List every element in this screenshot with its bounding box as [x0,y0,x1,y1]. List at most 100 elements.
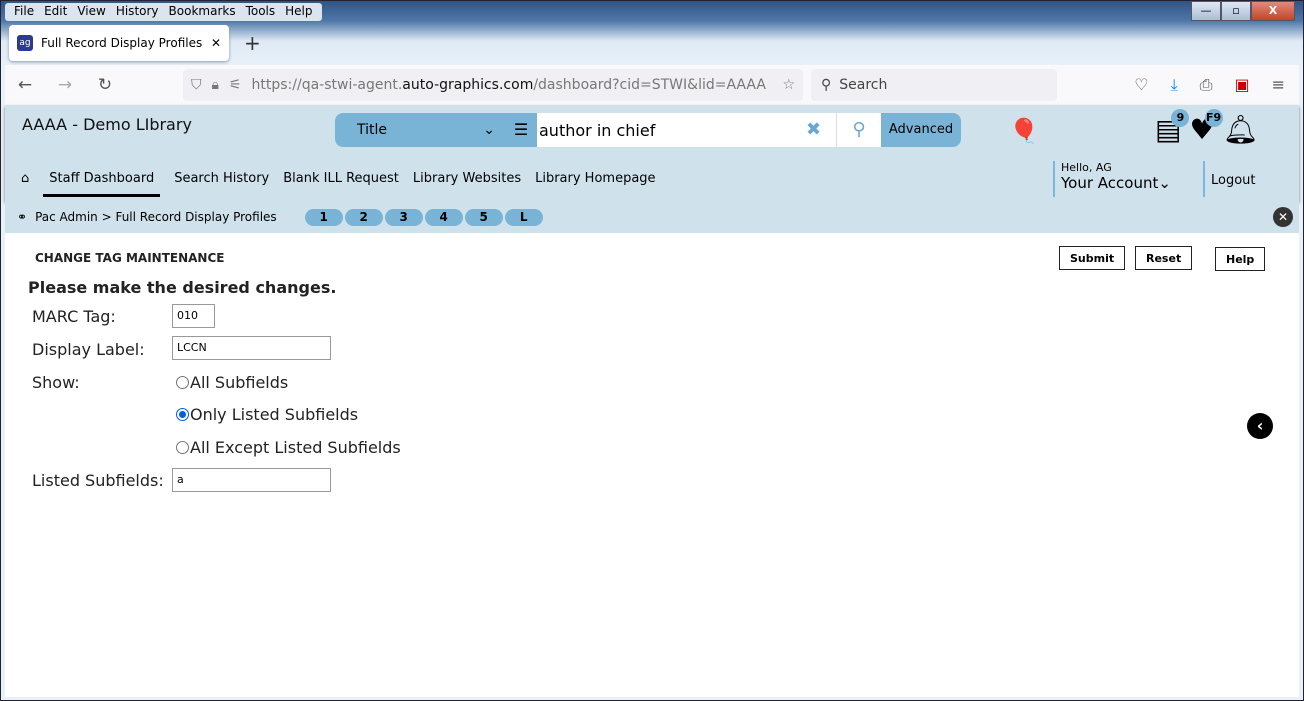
close-icon[interactable]: ✕ [1273,207,1293,227]
nav-bar: ← → ↻ ⛉ 🔒︎ ⚟ https://qa-stwi-agent.auto-graph… [5,65,1299,105]
search-input[interactable]: author in chief [537,113,791,147]
main-menu: ⌂ Staff Dashboard Search History Blank I… [21,171,656,197]
hamburger-menu-icon[interactable]: ≡ [1272,75,1285,95]
pill-1[interactable]: 1 [304,208,343,226]
menu-bar: File Edit View History Bookmarks Tools H… [5,3,322,21]
url-host: auto-graphics.com [402,77,534,93]
search-icon[interactable]: ⚲ [837,113,881,147]
menu-help[interactable]: Help [280,3,317,21]
search-type-select[interactable]: Title ⌄ [335,113,505,147]
advanced-search-button[interactable]: Advanced [881,113,961,147]
favicon-icon: ag [17,35,33,51]
menu-file[interactable]: File [9,3,39,21]
radio-icon [176,441,189,454]
minimize-button[interactable]: — [1191,1,1221,21]
menu-staff-dashboard[interactable]: Staff Dashboard [43,171,161,197]
option-label: All Except Listed Subfields [190,438,401,457]
permissions-icon: ⚟ [228,77,242,93]
browser-search[interactable]: ⚲ Search [811,69,1057,101]
pill-3[interactable]: 3 [384,208,423,226]
help-button[interactable]: Help [1215,247,1266,271]
search-bar: Title ⌄ ☰ author in chief ✖ ⚲ Advanced [335,113,961,147]
star-icon[interactable]: ☆ [782,77,795,93]
menu-blank-ill-request[interactable]: Blank ILL Request [283,171,399,186]
marc-tag-input[interactable]: 010 [172,304,215,328]
shield-icon: ⛉ [191,77,202,93]
pill-4[interactable]: 4 [424,208,463,226]
heart-icon[interactable]: ♥ F9 [1189,109,1223,146]
display-label-input[interactable]: LCCN [172,336,331,360]
pill-l[interactable]: L [504,208,543,226]
app-header: AAAA - Demo LIbrary Title ⌄ ☰ author in c… [5,105,1299,201]
radio-only-listed[interactable]: Only Listed Subfields [176,405,358,424]
radio-icon [176,376,189,389]
list-badge: 9 [1171,109,1190,127]
browser-window: File Edit View History Bookmarks Tools H… [0,0,1304,701]
extension-icon[interactable]: ▣ [1234,75,1249,95]
print-icon[interactable]: ⎙ [1200,75,1213,95]
menu-edit[interactable]: Edit [39,3,72,21]
chevron-left-icon[interactable]: ‹ [1247,413,1273,439]
submit-button[interactable]: Submit [1059,246,1126,270]
form-area: CHANGE TAG MAINTENANCE Submit Reset Help… [5,233,1299,697]
search-placeholder: Search [839,77,888,93]
breadcrumb-text[interactable]: Pac Admin > Full Record Display Profiles [35,210,277,224]
option-label: Only Listed Subfields [190,405,359,424]
radio-selected-icon [176,408,189,421]
radio-all-except[interactable]: All Except Listed Subfields [176,438,401,457]
menu-tools[interactable]: Tools [241,3,281,21]
menu-library-homepage[interactable]: Library Homepage [535,171,655,186]
page-title: CHANGE TAG MAINTENANCE [35,251,225,265]
url-path: /dashboard?cid=STWI&lid=AAAA [533,77,766,93]
database-icon[interactable]: ☰ [505,113,537,147]
option-label: All Subfields [190,373,289,392]
radio-all-subfields[interactable]: All Subfields [176,373,288,392]
lock-icon: 🔒︎ [211,77,219,93]
clear-search-icon[interactable]: ✖ [791,113,837,147]
url-prefix: https://qa-stwi-agent. [251,77,403,93]
chevron-down-icon: ⌄ [483,122,495,138]
menu-history[interactable]: History [111,3,164,21]
instruction-text: Please make the desired changes. [28,278,337,297]
maximize-button[interactable]: ▫ [1221,1,1251,21]
app: AAAA - Demo LIbrary Title ⌄ ☰ author in c… [5,105,1299,697]
close-tab-icon[interactable]: ✕ [211,36,221,50]
list-icon[interactable]: ▤ 9 [1155,109,1190,146]
close-window-button[interactable]: X [1251,1,1295,21]
breadcrumb: ⚭ Pac Admin > Full Record Display Profil… [5,201,1299,233]
greeting: Hello, AG [1061,161,1112,174]
menu-bookmarks[interactable]: Bookmarks [164,3,241,21]
hot-air-balloon-icon[interactable]: 🎈 [1009,117,1039,145]
show-label: Show: [32,373,80,392]
pocket-icon[interactable]: ♡ [1134,75,1148,95]
marc-tag-label: MARC Tag: [32,307,116,326]
pill-2[interactable]: 2 [344,208,383,226]
home-icon[interactable]: ⌂ [21,171,29,186]
reload-icon[interactable]: ↻ [85,75,125,95]
menu-library-websites[interactable]: Library Websites [413,171,521,186]
search-query: author in chief [539,120,656,140]
browser-tab[interactable]: ag Full Record Display Profiles | STW ✕ [9,25,229,61]
search-type-value: Title [357,122,388,138]
tab-title: Full Record Display Profiles | STW [41,36,203,50]
url-bar[interactable]: ⛉ 🔒︎ ⚟ https://qa-stwi-agent.auto-graphics.… [183,69,803,101]
bell-icon[interactable]: 🔔︎ [1223,113,1259,146]
back-icon[interactable]: ← [5,75,45,95]
account-menu[interactable]: Hello, AG Your Account⌄ [1053,161,1171,197]
download-icon[interactable]: ⤓ [1171,75,1178,95]
reset-button[interactable]: Reset [1135,246,1193,270]
search-icon: ⚲ [821,77,832,93]
link-icon: ⚭ [17,210,28,224]
library-name: AAAA - Demo LIbrary [22,115,192,134]
listed-subfields-label: Listed Subfields: [32,471,164,490]
listed-subfields-input[interactable]: a [172,468,331,492]
pill-5[interactable]: 5 [464,208,503,226]
new-tab-button[interactable]: + [244,31,261,55]
logout-link[interactable]: Logout [1203,161,1256,197]
favorites-badge: F9 [1204,109,1223,127]
menu-search-history[interactable]: Search History [174,171,269,186]
display-label-label: Display Label: [32,340,145,359]
forward-icon[interactable]: → [45,75,85,95]
account-label: Your Account [1061,174,1159,192]
menu-view[interactable]: View [72,3,110,21]
